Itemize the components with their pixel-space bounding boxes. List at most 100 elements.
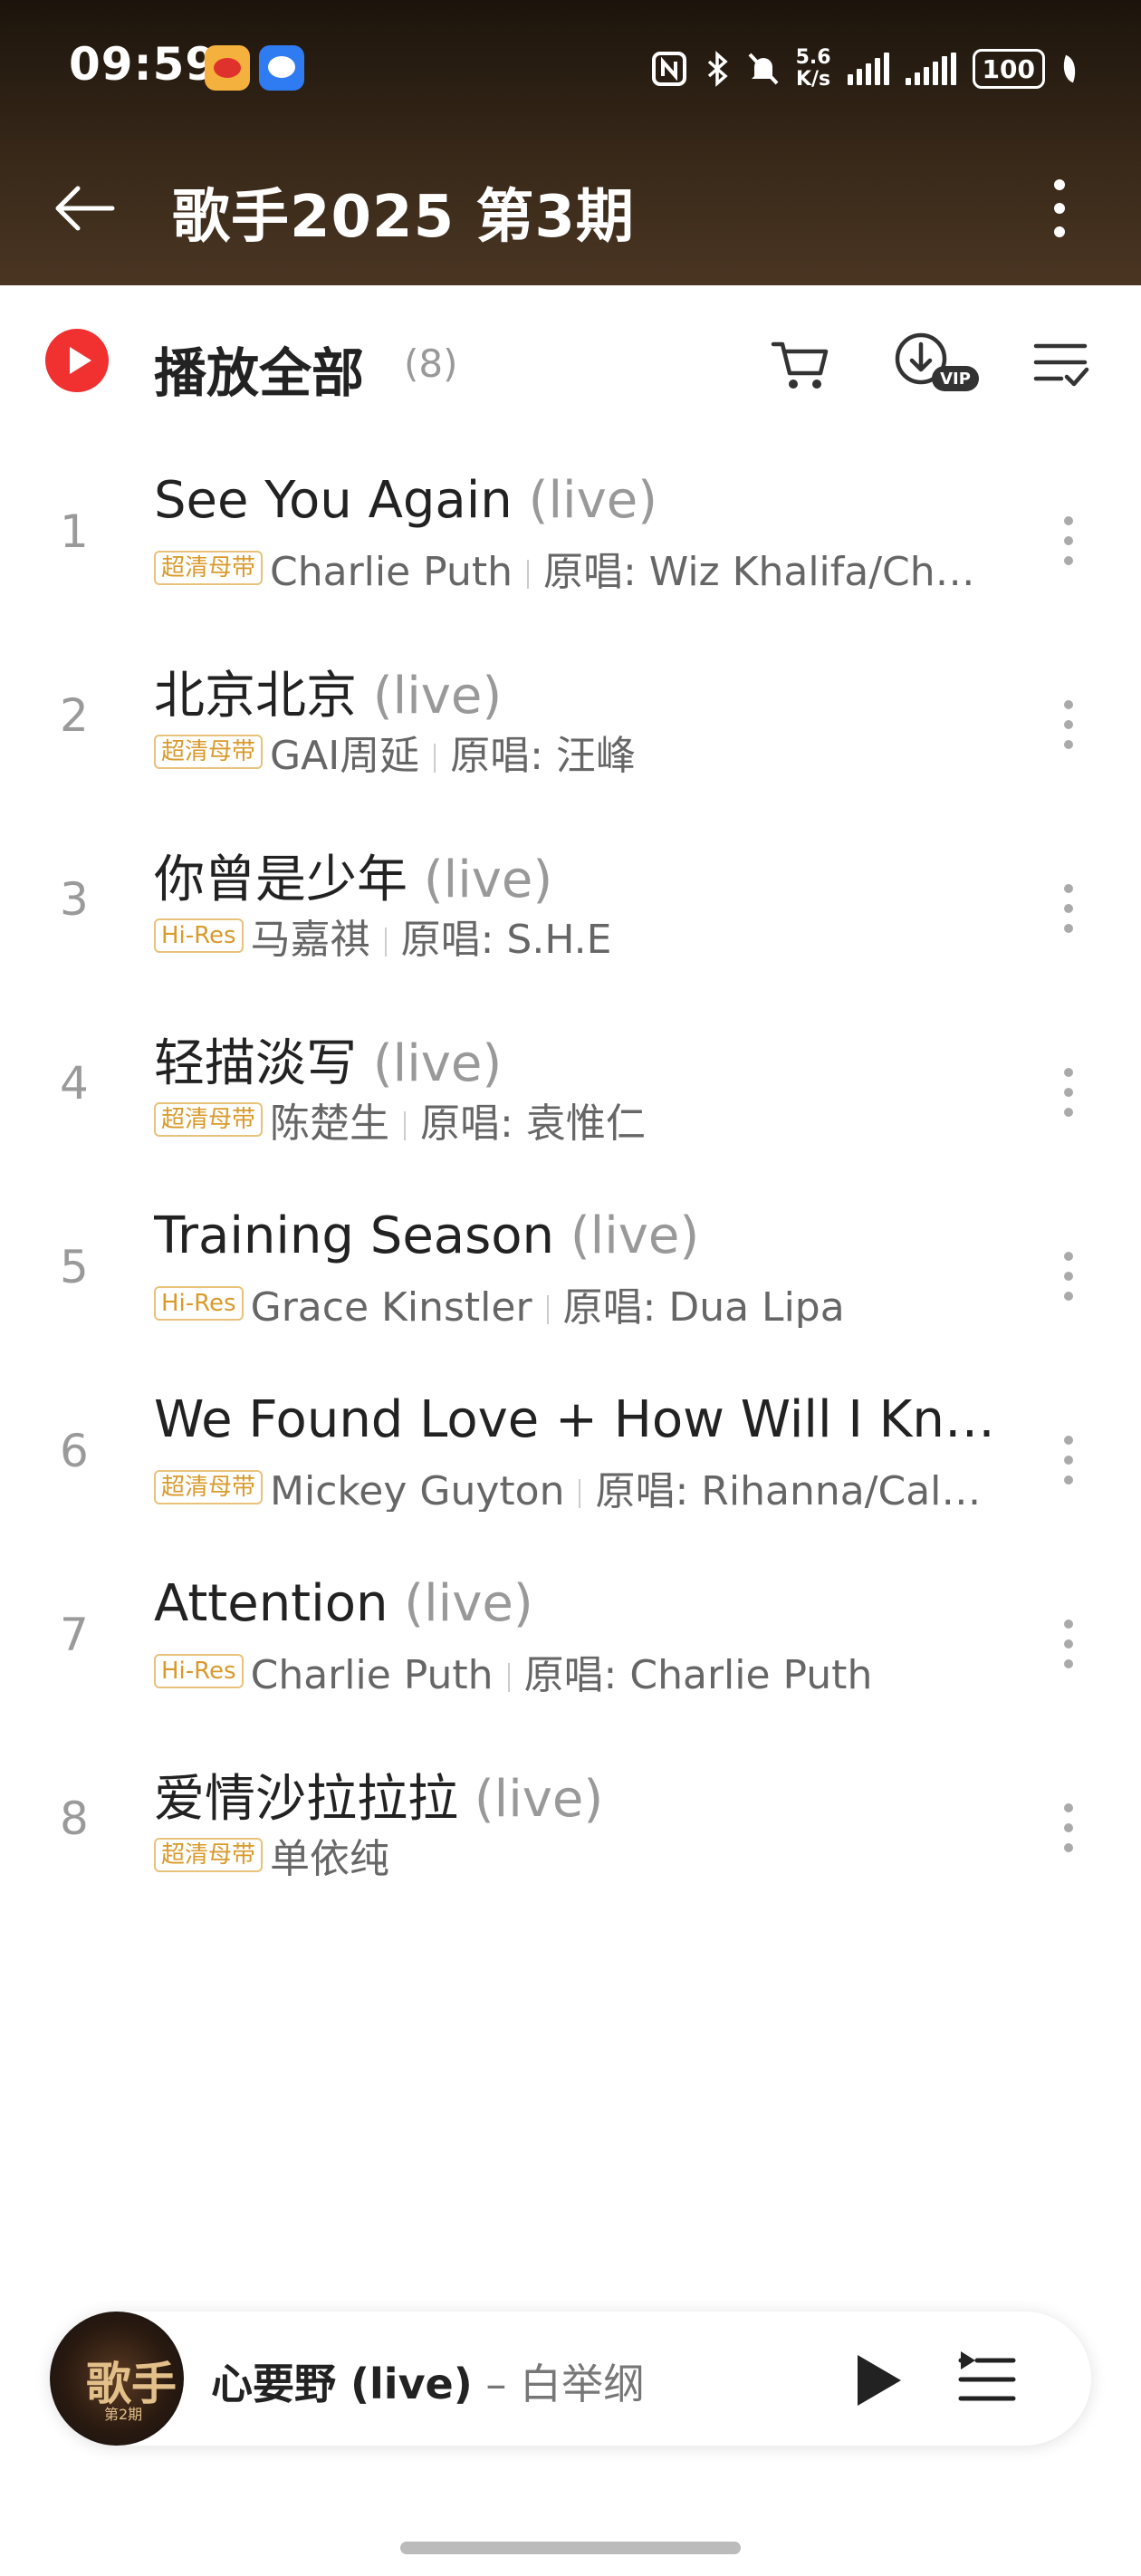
- quality-badge: Hi-Res: [154, 1286, 244, 1321]
- song-title: 北京北京 (live): [154, 655, 1005, 728]
- song-more-icon[interactable]: [1050, 500, 1087, 582]
- message-icon: [259, 45, 304, 91]
- song-title-suffix: (live): [423, 851, 553, 909]
- song-more-icon[interactable]: [1050, 1419, 1087, 1501]
- battery-icon: 100: [972, 49, 1045, 89]
- bluetooth-icon: [707, 51, 728, 87]
- song-title: Attention (live): [154, 1574, 1005, 1633]
- play-all-button[interactable]: [45, 329, 109, 392]
- batch-manage-icon[interactable]: [1031, 326, 1094, 399]
- play-icon[interactable]: [847, 2350, 905, 2408]
- song-original-artist: 原唱: S.H.E: [400, 917, 612, 960]
- meta-divider: [434, 744, 436, 773]
- song-more-icon[interactable]: [1050, 868, 1087, 949]
- song-list: 1 See You Again (live) 超清母带 Charlie Puth…: [0, 453, 1141, 1924]
- quality-badge: Hi-Res: [154, 918, 244, 953]
- status-bar: 09:59 5.6 K/s 100: [0, 0, 1141, 136]
- song-artist: Grace Kinstler: [250, 1284, 532, 1328]
- quality-badge: 超清母带: [154, 735, 264, 769]
- song-row[interactable]: 5 Training Season (live) Hi-Res Grace Ki…: [0, 1188, 1141, 1372]
- song-more-icon[interactable]: [1050, 1787, 1087, 1869]
- nfc-icon: [651, 52, 686, 86]
- song-more-icon[interactable]: [1050, 1235, 1087, 1317]
- cover-subtext: 第2期: [104, 2406, 143, 2423]
- song-artist: Charlie Puth: [250, 1652, 494, 1696]
- song-title-suffix: (live): [372, 1034, 503, 1093]
- song-row[interactable]: 8 爱情沙拉拉拉 (live) 超清母带 单依纯: [0, 1740, 1141, 1924]
- song-title-text: Attention: [154, 1574, 388, 1633]
- song-row[interactable]: 7 Attention (live) Hi-Res Charlie Puth 原唱…: [0, 1556, 1141, 1740]
- net-speed: 5.6 K/s: [796, 47, 831, 91]
- net-speed-unit: K/s: [795, 68, 831, 91]
- song-meta: Hi-Res Grace Kinstler 原唱: Dua Lipa: [154, 1279, 1005, 1328]
- cart-icon[interactable]: [770, 326, 833, 399]
- song-title: 轻描淡写 (live): [154, 1023, 1005, 1096]
- song-meta: 超清母带 陈楚生 原唱: 袁惟仁: [154, 1095, 1005, 1144]
- meta-divider: [507, 1663, 510, 1692]
- song-number: 3: [60, 873, 89, 926]
- song-meta: Hi-Res Charlie Puth 原唱: Charlie Puth: [154, 1647, 1005, 1696]
- song-title-suffix: (live): [570, 1206, 700, 1265]
- song-title-text: See You Again: [154, 471, 513, 530]
- home-indicator[interactable]: [400, 2542, 741, 2554]
- song-artist: 单依纯: [270, 1836, 390, 1879]
- meta-divider: [546, 1295, 549, 1324]
- playlist-queue-icon[interactable]: [955, 2348, 1019, 2411]
- song-more-icon[interactable]: [1050, 1052, 1087, 1133]
- download-vip-icon[interactable]: VIP: [892, 326, 983, 399]
- meta-divider: [384, 928, 387, 956]
- song-row[interactable]: 4 轻描淡写 (live) 超清母带 陈楚生 原唱: 袁惟仁: [0, 1004, 1141, 1188]
- song-row[interactable]: 1 See You Again (live) 超清母带 Charlie Puth…: [0, 453, 1141, 637]
- song-artist: GAI周延: [270, 733, 420, 776]
- song-row[interactable]: 3 你曾是少年 (live) Hi-Res 马嘉祺 原唱: S.H.E: [0, 821, 1141, 1004]
- song-original-artist: 原唱: Wiz Khalifa/Ch…: [542, 549, 975, 592]
- song-meta-text: Grace Kinstler 原唱: Dua Lipa: [251, 1279, 845, 1328]
- mini-player[interactable]: 歌手 第2期 心要野 (live) – 白举纲: [50, 2312, 1091, 2446]
- song-row[interactable]: 6 We Found Love + How Will I Kno… 超清母带 M…: [0, 1372, 1141, 1556]
- song-original-artist: 原唱: 袁惟仁: [420, 1101, 646, 1144]
- song-meta: Hi-Res 马嘉祺 原唱: S.H.E: [154, 911, 1005, 960]
- meta-divider: [526, 560, 529, 589]
- song-original-artist: 原唱: 汪峰: [450, 733, 636, 776]
- play-all-bar: 播放全部 (8) VIP: [0, 285, 1141, 439]
- song-row[interactable]: 2 北京北京 (live) 超清母带 GAI周延 原唱: 汪峰: [0, 637, 1141, 821]
- album-cover[interactable]: 歌手 第2期: [50, 2312, 184, 2446]
- song-meta-text: 单依纯: [270, 1831, 389, 1879]
- song-meta-text: Mickey Guyton 原唱: Rihanna/Cal…: [270, 1463, 981, 1512]
- quality-badge: 超清母带: [154, 1102, 264, 1137]
- quality-badge: Hi-Res: [154, 1654, 244, 1688]
- play-all-label[interactable]: 播放全部: [154, 331, 364, 407]
- now-playing-artist: – 白举纲: [472, 2360, 646, 2408]
- meta-divider: [579, 1479, 581, 1508]
- song-title-text: Training Season: [154, 1206, 555, 1265]
- mute-icon: [748, 53, 779, 85]
- now-playing-text[interactable]: 心要野 (live) – 白举纲: [211, 2351, 645, 2411]
- song-original-artist: 原唱: Dua Lipa: [562, 1284, 845, 1328]
- song-artist: Mickey Guyton: [270, 1468, 565, 1512]
- song-title-suffix: (live): [474, 1770, 604, 1829]
- song-artist: Charlie Puth: [270, 549, 513, 592]
- status-time: 09:59: [69, 38, 218, 91]
- song-title-suffix: (live): [404, 1574, 533, 1633]
- more-options-icon[interactable]: [1032, 172, 1087, 245]
- song-number: 6: [60, 1425, 89, 1477]
- song-meta-text: 陈楚生 原唱: 袁惟仁: [270, 1095, 646, 1144]
- system-icons: 5.6 K/s 100: [651, 43, 1081, 94]
- song-title: Training Season (live): [154, 1206, 1005, 1265]
- song-meta: 超清母带 Charlie Puth 原唱: Wiz Khalifa/Ch…: [154, 543, 1005, 592]
- song-title: See You Again (live): [154, 471, 1005, 530]
- quality-badge: 超清母带: [154, 1470, 264, 1504]
- back-arrow-icon[interactable]: [49, 172, 121, 245]
- weibo-icon: [205, 45, 250, 91]
- song-more-icon[interactable]: [1050, 1603, 1087, 1685]
- battery-level: 100: [982, 53, 1035, 84]
- song-title: 爱情沙拉拉拉 (live): [154, 1758, 1005, 1831]
- page-title: 歌手2025 第3期: [172, 184, 635, 251]
- song-meta: 超清母带 GAI周延 原唱: 汪峰: [154, 727, 1005, 776]
- song-number: 4: [60, 1057, 89, 1110]
- song-meta: 超清母带 Mickey Guyton 原唱: Rihanna/Cal…: [154, 1463, 1005, 1512]
- quality-badge: 超清母带: [154, 1838, 264, 1872]
- song-more-icon[interactable]: [1050, 684, 1087, 765]
- net-speed-value: 5.6: [795, 46, 831, 69]
- song-number: 8: [60, 1793, 89, 1845]
